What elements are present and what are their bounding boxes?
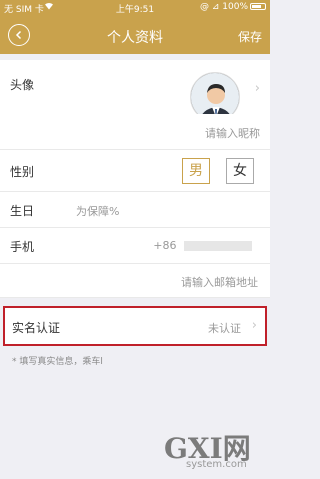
phone-row[interactable]: 手机 +86 — [0, 228, 270, 264]
watermark-site: system.com — [186, 459, 247, 470]
nickname-row[interactable]: 请输入昵称 — [0, 114, 270, 150]
email-row[interactable]: 请输入邮箱地址 — [0, 264, 270, 298]
real-name-verification-row[interactable]: 实名认证 未认证 › — [3, 306, 267, 346]
email-input[interactable]: 请输入邮箱地址 — [181, 274, 258, 290]
status-right: @ ⊿ 100% — [200, 2, 266, 12]
gender-male-button[interactable]: 男 — [182, 158, 210, 184]
verification-status: 未认证 — [208, 322, 241, 335]
chevron-right-icon: › — [254, 81, 260, 96]
nav-bar: 个人资料 保存 — [0, 16, 270, 54]
phone-value: +86 — [153, 239, 252, 252]
birthday-label: 生日 — [10, 204, 35, 218]
gender-label: 性别 — [10, 165, 35, 179]
battery-icon — [250, 3, 266, 10]
watermark-logo: GXI网 system.com — [164, 427, 264, 471]
page-title: 个人资料 — [107, 30, 163, 46]
status-indicators: @ ⊿ 100% — [200, 2, 248, 12]
gender-row: 性别 男 女 — [0, 150, 270, 192]
avatar-label: 头像 — [10, 78, 35, 92]
verification-label: 实名认证 — [12, 321, 61, 335]
phone-number-mask — [184, 241, 252, 251]
status-bar: 无 SIM 卡 上午9:51 @ ⊿ 100% — [0, 0, 270, 16]
birthday-row[interactable]: 生日 为保障% — [0, 192, 270, 228]
save-button[interactable]: 保存 — [238, 28, 262, 45]
phone-label: 手机 — [10, 240, 35, 254]
gender-female-button[interactable]: 女 — [226, 158, 254, 184]
chevron-right-icon: › — [251, 318, 257, 333]
birthday-hint: 为保障% — [76, 205, 120, 218]
info-hint: * 填写真实信息，乘车l — [12, 357, 103, 367]
phone-prefix: +86 — [153, 239, 177, 252]
nickname-input[interactable]: 请输入昵称 — [205, 125, 260, 141]
